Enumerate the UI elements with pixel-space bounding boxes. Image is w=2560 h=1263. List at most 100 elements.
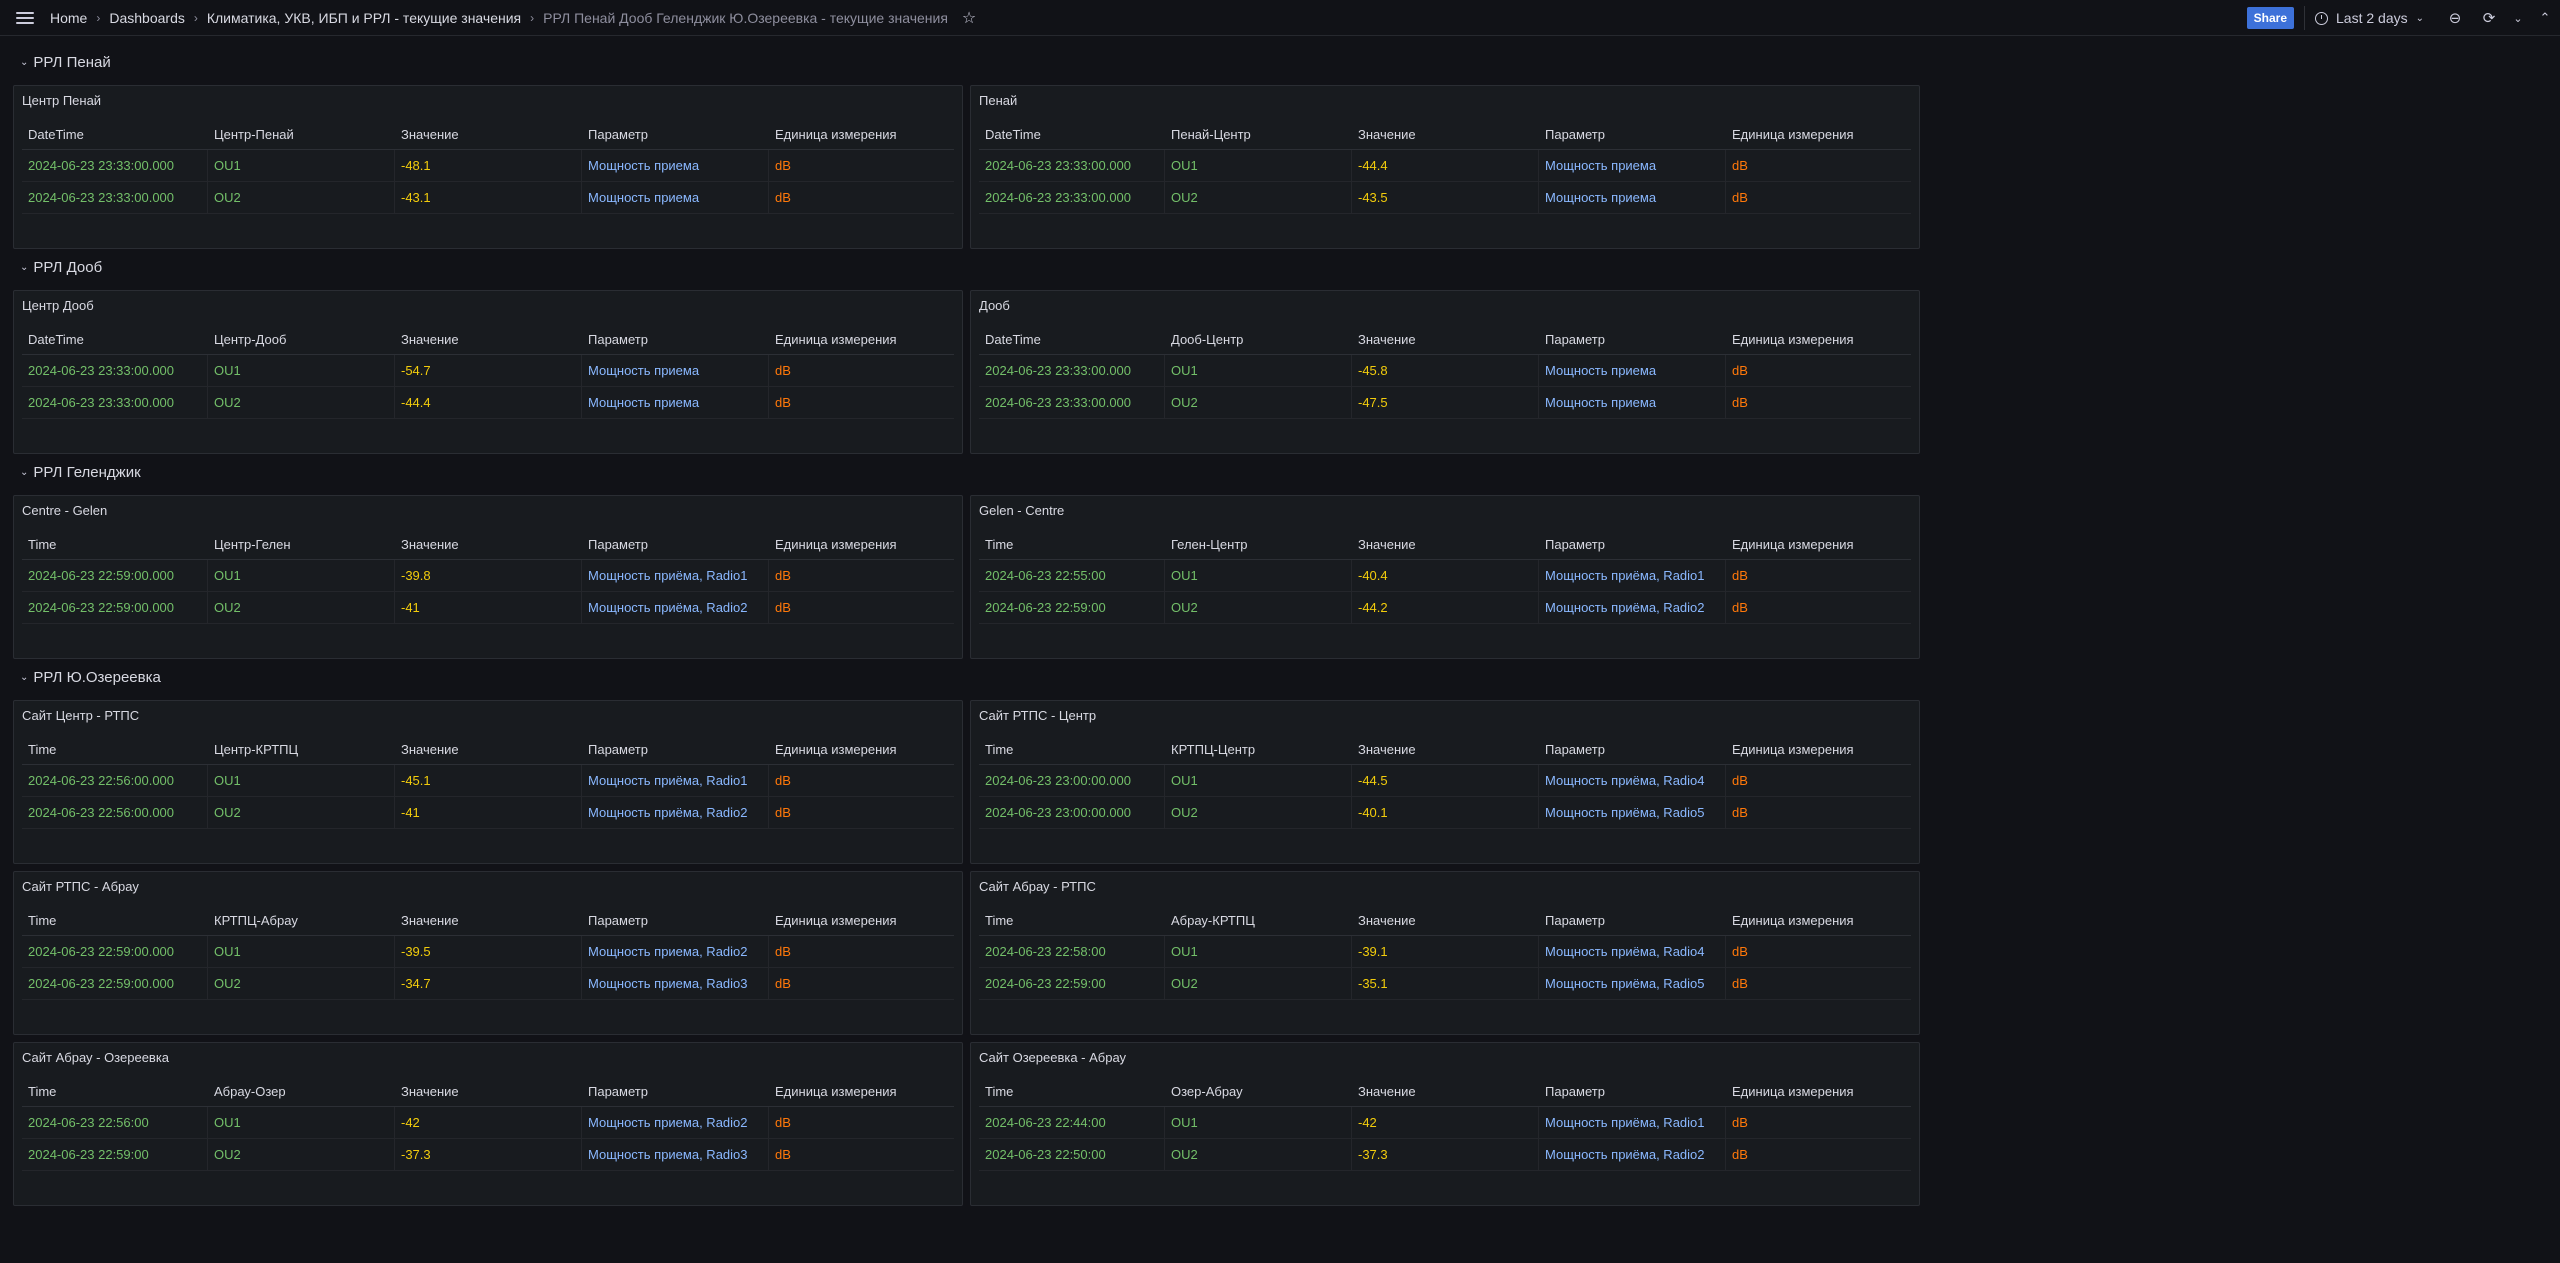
panel-title[interactable]: Дооб [979, 298, 1010, 313]
table-panel[interactable]: Центр Пенай DateTime Центр-Пенай Значение Па… [13, 85, 963, 249]
table-panel[interactable]: Сайт Озереевка - Абрау Time Озер-Абрау Знач… [970, 1042, 1920, 1206]
breadcrumb-folder[interactable]: Климатика, УКВ, ИБП и РРЛ - текущие знач… [207, 10, 521, 26]
column-header[interactable]: Параметр [1539, 120, 1726, 149]
table-panel[interactable]: Сайт РТПС - Абрау Time КРТПЦ-Абрау Значение… [13, 871, 963, 1035]
column-header[interactable]: Абрау-Озер [208, 1077, 395, 1106]
column-header[interactable]: Time [979, 530, 1165, 559]
column-header[interactable]: Параметр [1539, 735, 1726, 764]
table-panel[interactable]: Пенай DateTime Пенай-Центр Значение Параметр… [970, 85, 1920, 249]
dashboard-row-header[interactable]: ⌄ РРЛ Дооб [20, 259, 102, 276]
breadcrumb-home[interactable]: Home [50, 10, 87, 26]
panel-title[interactable]: Сайт РТПС - Центр [979, 708, 1096, 723]
column-header[interactable]: Гелен-Центр [1165, 530, 1352, 559]
panel-title[interactable]: Сайт Абрау - РТПС [979, 879, 1096, 894]
menu-icon[interactable] [16, 9, 34, 25]
refresh-icon[interactable]: ⟳ [2472, 4, 2506, 32]
column-header[interactable]: Единица измерения [1726, 1077, 1911, 1106]
panel-title[interactable]: Сайт Абрау - Озереевка [22, 1050, 169, 1065]
column-header[interactable]: Time [22, 735, 208, 764]
table-panel[interactable]: Сайт Центр - РТПС Time Центр-КРТПЦ Значение… [13, 700, 963, 864]
column-header[interactable]: Единица измерения [769, 735, 954, 764]
table-panel[interactable]: Сайт РТПС - Центр Time КРТПЦ-Центр Значение… [970, 700, 1920, 864]
column-header[interactable]: Центр-Дооб [208, 325, 395, 354]
panel-title[interactable]: Центр Дооб [22, 298, 94, 313]
column-header[interactable]: Центр-Пенай [208, 120, 395, 149]
share-button[interactable]: Share [2246, 7, 2294, 29]
column-header[interactable]: Time [22, 530, 208, 559]
refresh-interval-chevron-icon[interactable]: ⌄ [2506, 4, 2530, 32]
column-header[interactable]: Time [979, 906, 1165, 935]
column-header[interactable]: Единица измерения [1726, 120, 1911, 149]
column-header[interactable]: КРТПЦ-Центр [1165, 735, 1352, 764]
collapse-chevron-up-icon[interactable]: ⌃ [2530, 4, 2560, 32]
column-header[interactable]: Озер-Абрау [1165, 1077, 1352, 1106]
column-header[interactable]: Параметр [582, 735, 769, 764]
column-header[interactable]: Значение [1352, 735, 1539, 764]
table-panel[interactable]: Centre - Gelen Time Центр-Гелен Значение Пар… [13, 495, 963, 659]
column-header[interactable]: Параметр [582, 120, 769, 149]
column-header[interactable]: Единица измерения [1726, 325, 1911, 354]
table-panel[interactable]: Сайт Абрау - РТПС Time Абрау-КРТПЦ Значение… [970, 871, 1920, 1035]
panel-title[interactable]: Centre - Gelen [22, 503, 107, 518]
column-header[interactable]: Значение [1352, 325, 1539, 354]
column-header[interactable]: Параметр [1539, 906, 1726, 935]
column-header[interactable]: Единица измерения [769, 120, 954, 149]
column-header[interactable]: Параметр [582, 1077, 769, 1106]
column-header[interactable]: КРТПЦ-Абрау [208, 906, 395, 935]
column-header[interactable]: Единица измерения [1726, 906, 1911, 935]
column-header[interactable]: Абрау-КРТПЦ [1165, 906, 1352, 935]
panel-title[interactable]: Пенай [979, 93, 1017, 108]
zoom-out-icon[interactable]: ⊖ [2438, 4, 2472, 32]
column-header[interactable]: DateTime [22, 325, 208, 354]
column-header[interactable]: Пенай-Центр [1165, 120, 1352, 149]
column-header[interactable]: Значение [1352, 906, 1539, 935]
column-header[interactable]: Центр-КРТПЦ [208, 735, 395, 764]
column-header[interactable]: DateTime [22, 120, 208, 149]
column-header[interactable]: Центр-Гелен [208, 530, 395, 559]
column-header[interactable]: Единица измерения [769, 530, 954, 559]
panel-title[interactable]: Сайт РТПС - Абрау [22, 879, 139, 894]
column-header[interactable]: Значение [1352, 1077, 1539, 1106]
column-header[interactable]: Параметр [582, 325, 769, 354]
column-header[interactable]: Time [22, 1077, 208, 1106]
panel-title[interactable]: Сайт Центр - РТПС [22, 708, 139, 723]
column-header[interactable]: Time [22, 906, 208, 935]
column-header[interactable]: Значение [395, 325, 582, 354]
column-header[interactable]: Параметр [582, 530, 769, 559]
column-header[interactable]: Значение [395, 1077, 582, 1106]
column-header[interactable]: Дооб-Центр [1165, 325, 1352, 354]
column-header[interactable]: Time [979, 735, 1165, 764]
table-panel[interactable]: Центр Дооб DateTime Центр-Дооб Значение Пара… [13, 290, 963, 454]
column-header[interactable]: Единица измерения [1726, 735, 1911, 764]
column-header[interactable]: Единица измерения [769, 906, 954, 935]
column-header[interactable]: Значение [395, 735, 582, 764]
column-header[interactable]: Параметр [1539, 530, 1726, 559]
column-header[interactable]: Параметр [582, 906, 769, 935]
column-header[interactable]: DateTime [979, 325, 1165, 354]
column-header[interactable]: Time [979, 1077, 1165, 1106]
column-header[interactable]: Параметр [1539, 1077, 1726, 1106]
panel-title[interactable]: Gelen - Centre [979, 503, 1064, 518]
column-header[interactable]: Параметр [1539, 325, 1726, 354]
column-header[interactable]: Значение [395, 530, 582, 559]
table-panel[interactable]: Gelen - Centre Time Гелен-Центр Значение Пар… [970, 495, 1920, 659]
column-header[interactable]: Единица измерения [769, 1077, 954, 1106]
panel-title[interactable]: Центр Пенай [22, 93, 101, 108]
star-icon[interactable]: ☆ [962, 8, 976, 28]
column-header[interactable]: Значение [1352, 530, 1539, 559]
table-row: 2024-06-23 22:55:00 OU1 -40.4 Мощность приё… [979, 560, 1911, 592]
column-header[interactable]: Единица измерения [1726, 530, 1911, 559]
table-panel[interactable]: Дооб DateTime Дооб-Центр Значение Параметр Ед… [970, 290, 1920, 454]
column-header[interactable]: Единица измерения [769, 325, 954, 354]
column-header[interactable]: Значение [395, 906, 582, 935]
column-header[interactable]: Значение [1352, 120, 1539, 149]
dashboard-row-header[interactable]: ⌄ РРЛ Геленджик [20, 464, 141, 481]
column-header[interactable]: Значение [395, 120, 582, 149]
breadcrumb-dashboards[interactable]: Dashboards [109, 10, 185, 26]
panel-title[interactable]: Сайт Озереевка - Абрау [979, 1050, 1126, 1065]
dashboard-row-header[interactable]: ⌄ РРЛ Пенай [20, 54, 111, 71]
time-range-picker[interactable]: Last 2 days ⌄ [2315, 10, 2424, 26]
table-panel[interactable]: Сайт Абрау - Озереевка Time Абрау-Озер Знач… [13, 1042, 963, 1206]
dashboard-row-header[interactable]: ⌄ РРЛ Ю.Озереевка [20, 669, 161, 686]
column-header[interactable]: DateTime [979, 120, 1165, 149]
